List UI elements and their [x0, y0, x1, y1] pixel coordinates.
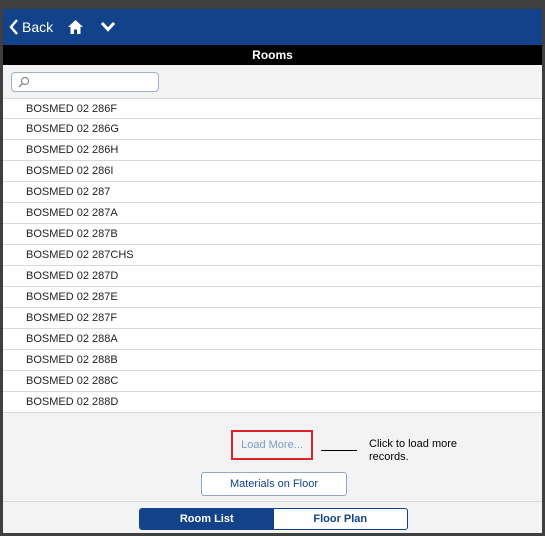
page-title: Rooms — [3, 45, 542, 65]
search-input[interactable] — [32, 74, 158, 92]
tab-floor-plan[interactable]: Floor Plan — [274, 509, 408, 529]
load-more-button[interactable]: Load More... — [231, 430, 313, 460]
room-list: BOSMED 02 286F BOSMED 02 286G BOSMED 02 28… — [3, 98, 542, 413]
back-label: Back — [22, 19, 54, 35]
room-list-item[interactable]: BOSMED 02 287A — [3, 203, 542, 224]
room-list-item[interactable]: BOSMED 02 287F — [3, 308, 542, 329]
view-toggle: Room List Floor Plan — [139, 508, 408, 530]
room-list-item[interactable]: BOSMED 02 286I — [3, 161, 542, 182]
room-list-item[interactable]: BOSMED 02 286F — [3, 98, 542, 119]
room-list-item[interactable]: BOSMED 02 288D — [3, 392, 542, 413]
app-frame: Back Rooms BOSMED 02 286F BOSMED 02 286G B… — [0, 0, 545, 536]
room-list-item[interactable]: BOSMED 02 288C — [3, 371, 542, 392]
room-list-item[interactable]: BOSMED 02 286G — [3, 119, 542, 140]
home-icon[interactable] — [67, 19, 84, 35]
room-list-item[interactable]: BOSMED 02 288B — [3, 350, 542, 371]
search-icon — [18, 76, 30, 88]
chevron-down-icon[interactable] — [100, 21, 116, 33]
room-list-item[interactable]: BOSMED 02 287E — [3, 287, 542, 308]
footer-bar: Room List Floor Plan — [3, 501, 542, 533]
room-list-item[interactable]: BOSMED 02 286H — [3, 140, 542, 161]
back-button[interactable]: Back — [9, 19, 53, 35]
callout-text: Click to load more records. — [369, 438, 458, 463]
search-field[interactable] — [11, 72, 159, 92]
room-list-item[interactable]: BOSMED 02 287B — [3, 224, 542, 245]
tab-room-list[interactable]: Room List — [140, 509, 274, 529]
room-list-item[interactable]: BOSMED 02 287 — [3, 182, 542, 203]
room-list-item[interactable]: BOSMED 02 287CHS — [3, 245, 542, 266]
search-row — [3, 65, 542, 97]
room-list-item[interactable]: BOSMED 02 288A — [3, 329, 542, 350]
materials-on-floor-button[interactable]: Materials on Floor — [201, 472, 347, 496]
chevron-left-icon — [9, 19, 18, 35]
callout-line — [321, 450, 357, 451]
top-nav-bar: Back — [3, 9, 542, 45]
room-list-item[interactable]: BOSMED 02 287D — [3, 266, 542, 287]
